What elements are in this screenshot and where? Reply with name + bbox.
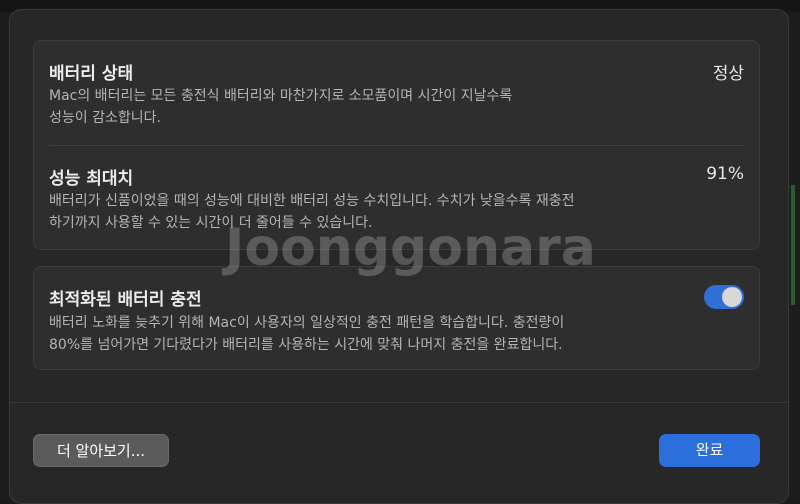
battery-health-sheet: 배터리 상태 정상 Mac의 배터리는 모든 충전식 배터리와 마찬가지로 소모… <box>9 9 789 504</box>
max-capacity-value: 91% <box>706 164 744 184</box>
max-capacity-description: 배터리가 신품이었을 때의 성능에 대비한 배터리 성능 수치입니다. 수치가 … <box>49 193 575 231</box>
toggle-knob <box>722 287 742 307</box>
battery-status-value: 정상 <box>712 64 744 84</box>
optimized-charging-description: 배터리 노화를 늦추기 위해 Mac이 사용자의 일상적인 충전 패턴을 학습합… <box>49 315 565 353</box>
max-capacity-title: 성능 최대치 <box>49 169 134 189</box>
battery-info-card: 배터리 상태 정상 Mac의 배터리는 모든 충전식 배터리와 마찬가지로 소모… <box>33 40 760 250</box>
optimized-charging-title: 최적화된 배터리 충전 <box>49 290 202 310</box>
battery-status-title: 배터리 상태 <box>49 64 134 84</box>
learn-more-button[interactable]: 더 알아보기... <box>33 434 169 467</box>
battery-status-description: Mac의 배터리는 모든 충전식 배터리와 마찬가지로 소모품이며 시간이 지날… <box>49 88 513 126</box>
card-divider <box>49 145 744 146</box>
footer-divider <box>10 402 788 403</box>
backdrop-accent-strip <box>791 185 795 305</box>
optimized-charging-toggle[interactable] <box>704 285 744 309</box>
optimized-charging-card: 최적화된 배터리 충전 배터리 노화를 늦추기 위해 Mac이 사용자의 일상적… <box>33 266 760 370</box>
done-button[interactable]: 완료 <box>659 434 760 467</box>
